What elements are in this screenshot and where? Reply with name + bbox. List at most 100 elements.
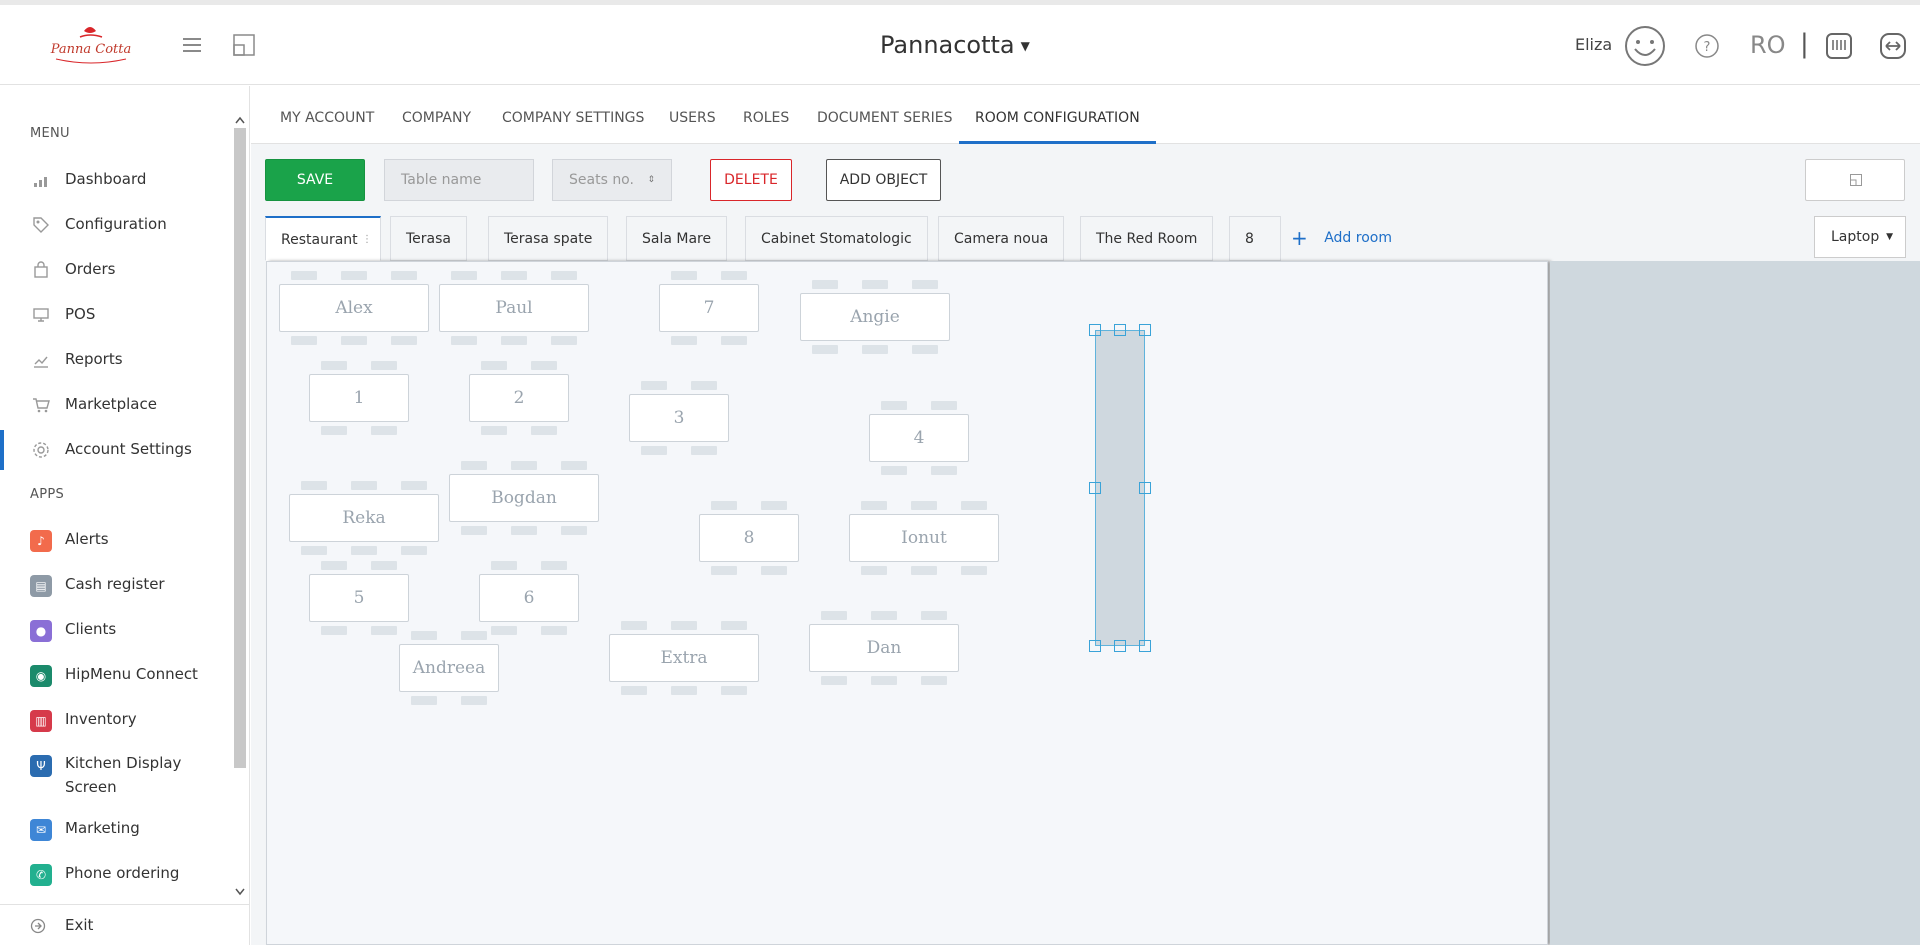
resize-handle[interactable] [1114, 324, 1126, 336]
sidebar-item-exit[interactable]: Exit [0, 904, 250, 945]
table-1[interactable]: 1 [309, 374, 409, 422]
chair [301, 546, 327, 555]
sidebar-scrollbar[interactable] [232, 116, 248, 896]
sidebar-item-clients[interactable]: ● Clients [0, 610, 232, 650]
tab-room-configuration[interactable]: ROOM CONFIGURATION [959, 86, 1156, 144]
table-name-input[interactable]: Table name [384, 159, 534, 201]
resize-handle[interactable] [1089, 324, 1101, 336]
resize-handle[interactable] [1139, 482, 1151, 494]
add-object-button[interactable]: ADD OBJECT [826, 159, 941, 201]
resize-handle[interactable] [1139, 324, 1151, 336]
resize-handle[interactable] [1114, 640, 1126, 652]
pannacotta-logo[interactable]: Panna Cotta [50, 23, 132, 67]
table-dan[interactable]: Dan [809, 624, 959, 672]
sidebar-item-configuration[interactable]: Configuration [0, 205, 232, 245]
resize-handle[interactable] [1089, 482, 1101, 494]
resize-handle[interactable] [1089, 640, 1101, 652]
table-extra[interactable]: Extra [609, 634, 759, 682]
table-ionut[interactable]: Ionut [849, 514, 999, 562]
sidebar-item-label: Cash register [65, 575, 165, 593]
room-tab-camera-noua[interactable]: Camera noua [938, 216, 1065, 261]
sidebar-item-label: Marketplace [65, 395, 157, 413]
resize-handle[interactable] [1139, 640, 1151, 652]
delete-button[interactable]: DELETE [710, 159, 792, 201]
table-alex[interactable]: Alex [279, 284, 429, 332]
resize-canvas-button[interactable] [1805, 159, 1905, 201]
device-selector[interactable]: Laptop ▼ [1814, 216, 1906, 258]
tab-users[interactable]: USERS [669, 86, 716, 144]
chair [691, 446, 717, 455]
chair [721, 271, 747, 280]
scroll-down-icon[interactable] [235, 888, 245, 896]
chair [551, 336, 577, 345]
sidebar-item-account-settings[interactable]: Account Settings [0, 430, 232, 470]
scroll-up-icon[interactable] [235, 116, 245, 124]
smiley-avatar-icon[interactable] [1624, 25, 1666, 67]
user-name[interactable]: Eliza [1575, 35, 1612, 54]
chair [812, 280, 838, 289]
chair [301, 481, 327, 490]
exit-icon [30, 918, 46, 934]
sidebar-scroll-thumb[interactable] [234, 128, 246, 768]
selected-pillar-object[interactable] [1095, 330, 1145, 646]
add-room-button[interactable]: + Add room [1291, 216, 1392, 261]
table-2[interactable]: 2 [469, 374, 569, 422]
table-andreea[interactable]: Andreea [399, 644, 499, 692]
table-8[interactable]: 8 [699, 514, 799, 562]
company-selector[interactable]: Pannacotta ▼ [880, 31, 1030, 59]
chair [451, 336, 477, 345]
room-tab-terasa[interactable]: Terasa [390, 216, 467, 261]
table-5[interactable]: 5 [309, 574, 409, 622]
sidebar-item-reports[interactable]: Reports [0, 340, 232, 380]
sidebar-item-dashboard[interactable]: Dashboard [0, 160, 232, 200]
sidebar-item-marketing[interactable]: ✉ Marketing [0, 809, 232, 849]
chair [641, 381, 667, 390]
gear-icon [33, 442, 49, 458]
table-bogdan[interactable]: Bogdan [449, 474, 599, 522]
room-tab-the-red-room[interactable]: The Red Room [1080, 216, 1214, 261]
hamburger-menu-icon[interactable] [180, 33, 204, 57]
save-button[interactable]: SAVE [265, 159, 365, 201]
table-6[interactable]: 6 [479, 574, 579, 622]
terminal-icon[interactable] [1825, 32, 1853, 60]
room-tab-restaurant[interactable]: Restaurant ⋮ [265, 216, 381, 261]
tab-roles[interactable]: ROLES [743, 86, 789, 144]
help-icon[interactable]: ? [1694, 33, 1720, 59]
table-7[interactable]: 7 [659, 284, 759, 332]
room-tab-terasa-spate[interactable]: Terasa spate [488, 216, 609, 261]
table-3[interactable]: 3 [629, 394, 729, 442]
sidebar-item-orders[interactable]: Orders [0, 250, 232, 290]
sidebar-item-phone-ordering[interactable]: ✆ Phone ordering [0, 854, 232, 894]
sidebar-item-inventory[interactable]: ▥ Inventory [0, 700, 232, 740]
chair [451, 271, 477, 280]
tab-company[interactable]: COMPANY [402, 86, 471, 144]
seats-number-input[interactable]: Seats no. ⇕ [552, 159, 672, 201]
sidebar-item-alerts[interactable]: ♪ Alerts [0, 520, 232, 560]
sidebar-item-marketplace[interactable]: Marketplace [0, 385, 232, 425]
table-angie[interactable]: Angie [800, 293, 950, 341]
more-options-icon[interactable]: ⋮ [362, 218, 372, 262]
table-paul[interactable]: Paul [439, 284, 589, 332]
floor-plan-canvas[interactable]: Alex Paul 7 Angie 1 2 3 4 Reka Bogdan 8 Ionut 5 6 Andr… [266, 261, 1548, 945]
sidebar-item-hipmenu-connect[interactable]: ◉ HipMenu Connect [0, 655, 232, 695]
menu-section-label: MENU [30, 126, 70, 141]
swap-icon[interactable] [1879, 32, 1907, 60]
room-tab-8[interactable]: 8 [1229, 216, 1281, 261]
cash-register-icon: ▤ [30, 575, 52, 597]
sidebar-item-cash-register[interactable]: ▤ Cash register [0, 565, 232, 605]
chair [761, 501, 787, 510]
sidebar-item-pos[interactable]: POS [0, 295, 232, 335]
room-tab-sala-mare[interactable]: Sala Mare [626, 216, 728, 261]
tab-company-settings[interactable]: COMPANY SETTINGS [502, 86, 644, 144]
tab-my-account[interactable]: MY ACCOUNT [280, 86, 374, 144]
room-tab-cabinet-stomatologic[interactable]: Cabinet Stomatologic [745, 216, 928, 261]
tab-document-series[interactable]: DOCUMENT SERIES [817, 86, 953, 144]
chair [671, 271, 697, 280]
language-selector[interactable]: RO [1750, 31, 1786, 59]
sidebar-item-kitchen-display-screen[interactable]: Ψ Kitchen Display Screen [0, 745, 232, 801]
stepper-icon[interactable]: ⇕ [647, 160, 655, 200]
table-4[interactable]: 4 [869, 414, 969, 462]
chair [911, 566, 937, 575]
expand-icon[interactable] [232, 33, 256, 57]
table-reka[interactable]: Reka [289, 494, 439, 542]
